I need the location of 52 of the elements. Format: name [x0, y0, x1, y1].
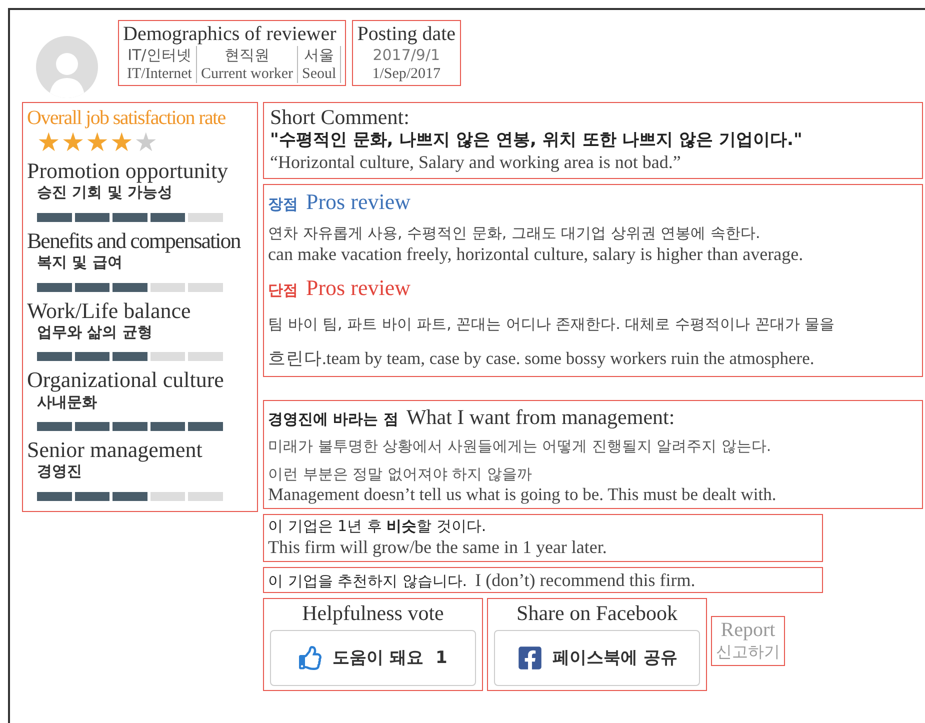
posting-date: 2017/9/1 [372, 46, 442, 66]
demographic-value: Seoul [302, 66, 336, 83]
star-icon: ★ [134, 130, 158, 156]
demographic-value: Current worker [200, 66, 294, 83]
rating-label: 복지 및 급여 [37, 253, 124, 273]
star-icon: ★ [61, 130, 85, 156]
management-text: Management doesn’t tell us what is going to be. This must be dealt with. [268, 484, 778, 506]
demographics-title: Demographics of reviewer [123, 23, 338, 46]
review-text: 팀 바이 팀, 파트 바이 파트, 꼰대는 어디나 존재한다. 대체로 수평적이나 꼰대가 물을 [268, 314, 836, 334]
rating-label: Senior management [27, 437, 204, 462]
recommendation-text: 이 기업을 추천하지 않습니다. [268, 572, 468, 592]
posting-date-title: Posting date [357, 23, 456, 46]
review-label: 장점 [268, 194, 298, 214]
rating-label: Promotion opportunity [27, 158, 230, 184]
short-comment-text: "수평적인 문화, 나쁘지 않은 연봉, 위치 또한 나쁘지 않은 기업이다." [270, 129, 804, 152]
outlook-text: 이 기업은 1년 후 비슷할 것이다. [268, 516, 488, 536]
star-icon: ★ [110, 130, 134, 156]
review-title: Pros review [306, 275, 410, 301]
demographic-value: 현직원 [224, 46, 270, 66]
review-title: Pros review [306, 188, 410, 214]
review-text: can make vacation freely, horizontal culture, salary is higher than average. [268, 242, 804, 266]
share-title: Share on Facebook [516, 601, 678, 626]
posting-date: 1/Sep/2017 [371, 66, 442, 83]
star-icon: ★ [37, 130, 60, 156]
thumbs-up-icon [298, 646, 323, 670]
review-text: 연차 자유롭게 사용, 수평적인 문화, 그래도 대기업 상위권 연봉에 속한다. [268, 224, 762, 243]
star-icon: ★ [86, 130, 109, 156]
demographic-value: IT/Internet [127, 66, 192, 83]
management-text: 이런 부분은 정말 없어져야 하지 않을까 [268, 464, 533, 484]
rating-label: 사내문화 [37, 392, 98, 412]
short-comment-title: Short Comment: [270, 105, 410, 130]
review-label: 단점 [268, 281, 298, 301]
overall-rating-title: Overall job satisfaction rate [27, 107, 226, 130]
f-logo-icon [516, 644, 543, 671]
review-text: 흐린다.team by team, case by case. some bossy workers ruin the atmosphere. [268, 348, 816, 370]
share-button[interactable]: 페이스북에 공유 [494, 630, 700, 686]
helpful-button[interactable]: 도움이 돼요 1 [270, 630, 476, 686]
rating-label: Work/Life balance [27, 298, 192, 323]
management-text: 미래가 불투명한 상황에서 사원들에게는 어떻게 진행될지 알려주지 않는다. [268, 437, 772, 457]
outlook-text: This firm will grow/be the same in 1 year later. [268, 536, 608, 559]
rating-label: Benefits and compensation [27, 228, 242, 254]
helpfulness-title: Helpfulness vote [302, 601, 444, 626]
demographic-value: 서울 [304, 46, 334, 66]
rating-label: 경영진 [37, 462, 83, 482]
management-label: 경영진에 바라는 점 [268, 410, 398, 430]
short-comment-text: “Horizontal culture, Salary and working area is not bad.” [270, 151, 682, 174]
demographic-value: IT/인터넷 [128, 46, 192, 66]
rating-label: 업무와 삶의 균형 [37, 322, 154, 342]
management-title: What I want from management: [406, 404, 675, 429]
recommendation-text: I (don’t) recommend this firm. [475, 568, 696, 592]
rating-label: Organizational culture [27, 367, 225, 393]
rating-label: 승진 기회 및 가능성 [37, 183, 174, 203]
